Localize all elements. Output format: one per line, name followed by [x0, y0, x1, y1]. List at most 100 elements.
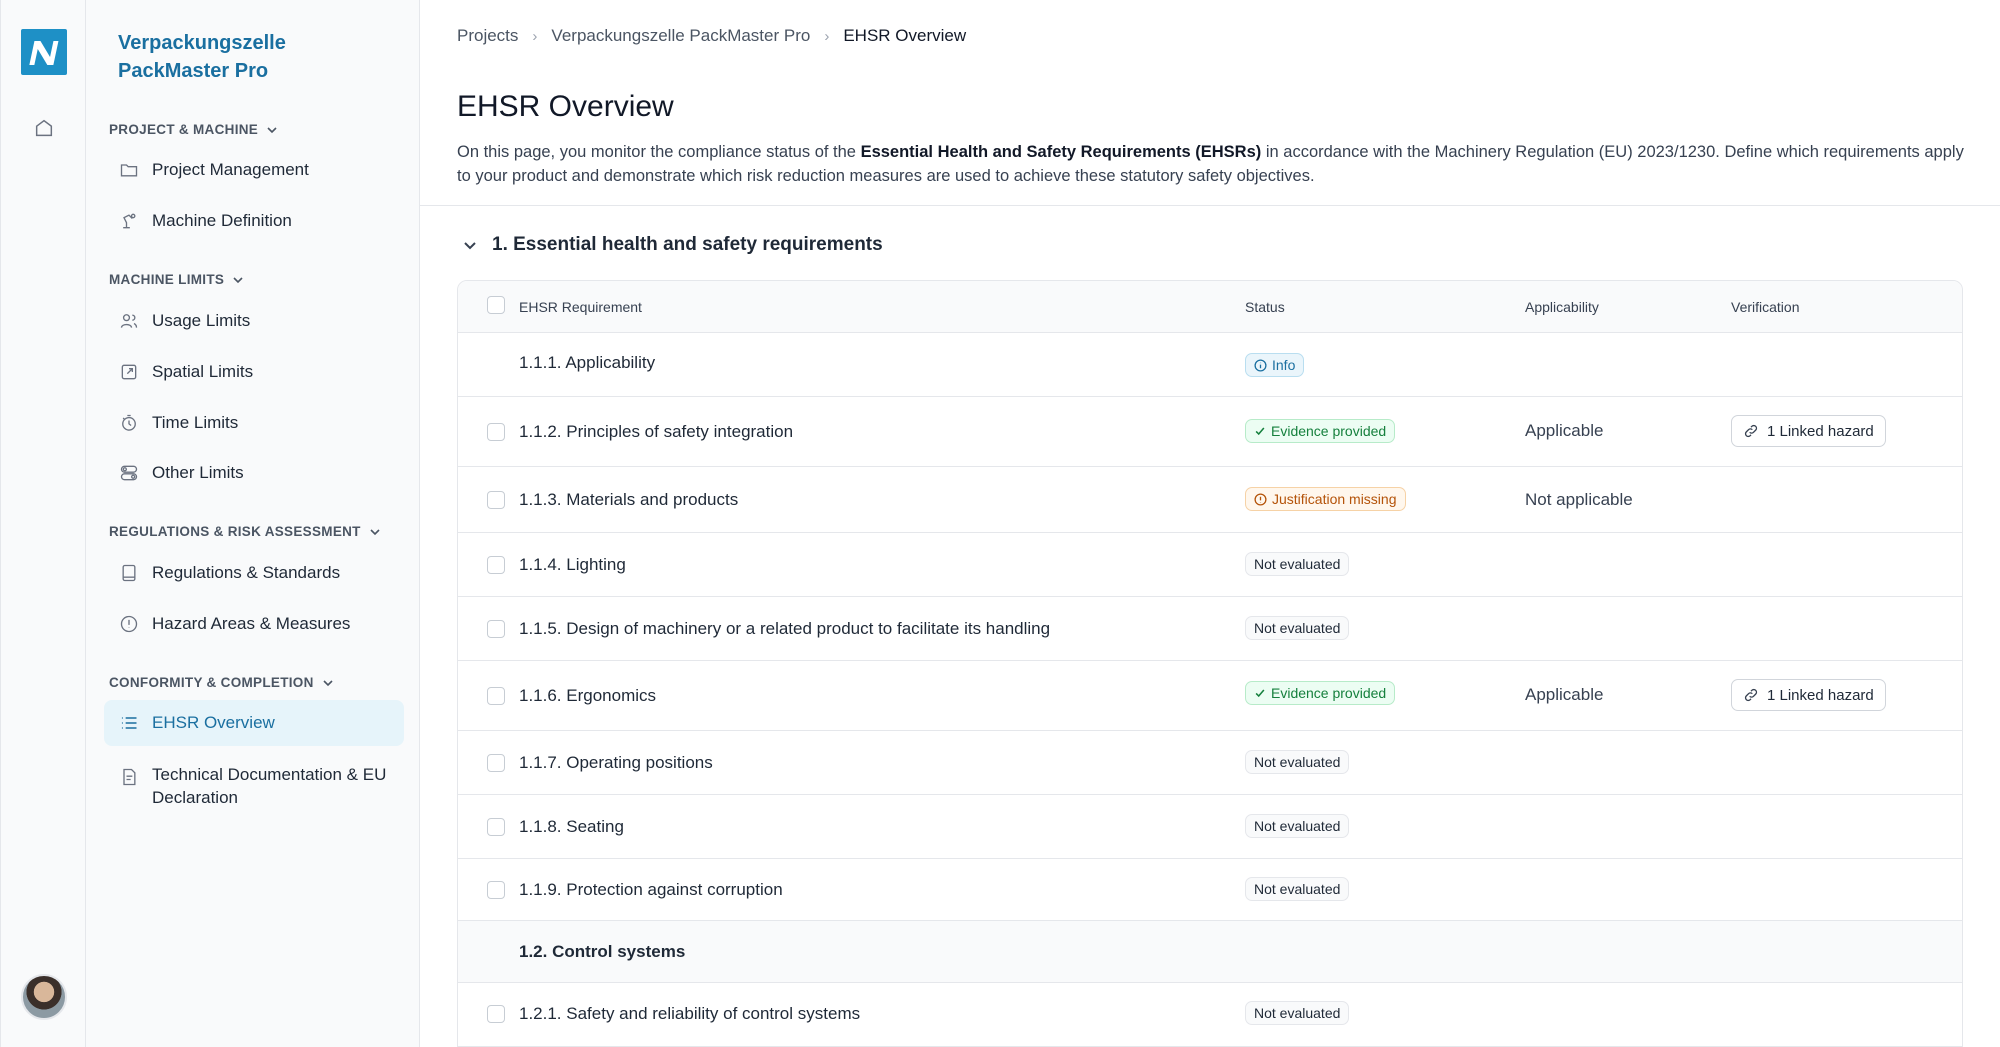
list-icon: [118, 712, 140, 734]
table-row[interactable]: 1.1.8. Seating Not evaluated: [458, 795, 1962, 859]
status-badge: Justification missing: [1245, 487, 1406, 511]
status-label: Evidence provided: [1271, 685, 1387, 701]
alert-circle-icon: [118, 613, 140, 635]
nav-label: Hazard Areas & Measures: [152, 614, 351, 633]
nav-machine-definition[interactable]: Machine Definition: [104, 198, 404, 244]
link-icon: [1744, 424, 1758, 438]
section-title: MACHINE LIMITS: [109, 272, 225, 287]
row-checkbox[interactable]: [487, 687, 505, 705]
home-icon[interactable]: [31, 115, 57, 141]
section-machine-limits[interactable]: MACHINE LIMITS: [109, 272, 244, 287]
requirement-label: 1.1.8. Seating: [519, 817, 624, 836]
table-row[interactable]: 1.1.7. Operating positions Not evaluated: [458, 731, 1962, 795]
select-all-checkbox[interactable]: [487, 296, 505, 314]
nav-ehsr-overview[interactable]: EHSR Overview: [104, 700, 404, 746]
applicability-value: Applicable: [1525, 685, 1604, 704]
chevron-right-icon: ›: [532, 27, 538, 45]
row-checkbox[interactable]: [487, 556, 505, 574]
row-checkbox[interactable]: [487, 754, 505, 772]
row-checkbox[interactable]: [487, 620, 505, 638]
section-project-machine[interactable]: PROJECT & MACHINE: [109, 122, 278, 137]
status-badge: Not evaluated: [1245, 616, 1350, 640]
row-checkbox[interactable]: [487, 491, 505, 509]
row-checkbox[interactable]: [487, 423, 505, 441]
column-header-requirement[interactable]: EHSR Requirement: [519, 299, 642, 315]
document-icon: [118, 766, 140, 788]
stopwatch-icon: [118, 412, 140, 434]
nav-project-management[interactable]: Project Management: [104, 147, 404, 193]
table-row[interactable]: 1.1.6. Ergonomics Evidence provided Appl…: [458, 661, 1962, 731]
requirement-label: 1.1.2. Principles of safety integration: [519, 422, 794, 441]
nav-technical-documentation[interactable]: Technical Documentation & EU Declaration: [104, 754, 404, 818]
requirement-label: 1.1.7. Operating positions: [519, 753, 713, 772]
section-title: REGULATIONS & RISK ASSESSMENT: [109, 524, 361, 539]
robot-arm-icon: [118, 210, 140, 232]
table-row[interactable]: 1.1.2. Principles of safety integration …: [458, 397, 1962, 467]
breadcrumb-current: EHSR Overview: [843, 26, 967, 45]
requirement-label: 1.1.9. Protection against corruption: [519, 880, 783, 899]
status-label: Info: [1272, 357, 1296, 373]
expand-icon: [118, 361, 140, 383]
info-icon: [1254, 358, 1267, 372]
user-avatar[interactable]: [21, 974, 67, 1020]
intro-text: On this page, you monitor the compliance…: [457, 143, 861, 161]
column-header-status[interactable]: Status: [1245, 299, 1285, 315]
table-row[interactable]: 1.2.1. Safety and reliability of control…: [458, 983, 1962, 1047]
table-row[interactable]: 1.1.9. Protection against corruption Not…: [458, 859, 1962, 921]
chevron-down-icon: [323, 679, 333, 686]
book-icon: [118, 562, 140, 584]
row-checkbox[interactable]: [487, 818, 505, 836]
verification-label: 1 Linked hazard: [1767, 422, 1874, 440]
icon-rail: [0, 0, 86, 1047]
check-icon: [1255, 689, 1265, 698]
row-checkbox[interactable]: [487, 1005, 505, 1023]
row-checkbox[interactable]: [487, 881, 505, 899]
chevron-down-icon: [233, 276, 243, 283]
nav-label: Other Limits: [152, 463, 244, 482]
linked-hazard-button[interactable]: 1 Linked hazard: [1731, 679, 1886, 711]
nav-time-limits[interactable]: Time Limits: [104, 400, 404, 446]
nav-spatial-limits[interactable]: Spatial Limits: [104, 349, 404, 395]
status-badge: Not evaluated: [1245, 877, 1350, 901]
nav-label: Machine Definition: [152, 211, 292, 230]
requirement-label: 1.1.5. Design of machinery or a related …: [519, 619, 1051, 638]
table-row[interactable]: 1.1.5. Design of machinery or a related …: [458, 597, 1962, 661]
section-conformity[interactable]: CONFORMITY & COMPLETION: [109, 675, 334, 690]
page-intro: On this page, you monitor the compliance…: [457, 140, 1977, 188]
linked-hazard-button[interactable]: 1 Linked hazard: [1731, 415, 1886, 447]
group-toggle[interactable]: 1. Essential health and safety requireme…: [462, 234, 883, 256]
status-badge: Evidence provided: [1245, 681, 1396, 705]
status-label: Not evaluated: [1254, 754, 1341, 770]
table-subheader-row[interactable]: 1.2. Control systems: [458, 921, 1962, 983]
table-row[interactable]: 1.1.4. Lighting Not evaluated: [458, 533, 1962, 597]
nav-label: Technical Documentation & EU Declaration: [152, 765, 387, 807]
column-header-verification[interactable]: Verification: [1731, 299, 1799, 315]
column-header-applicability[interactable]: Applicability: [1525, 299, 1599, 315]
table-row[interactable]: 1.1.3. Materials and products Justificat…: [458, 467, 1962, 533]
project-title[interactable]: Verpackungszelle PackMaster Pro: [118, 29, 378, 85]
table-row[interactable]: 1.1.1. Applicability Info: [458, 333, 1962, 397]
group-title: 1. Essential health and safety requireme…: [492, 234, 883, 255]
nav-usage-limits[interactable]: Usage Limits: [104, 298, 404, 344]
chevron-right-icon: ›: [824, 27, 830, 45]
chevron-down-icon: [267, 126, 277, 133]
breadcrumb-project[interactable]: Verpackungszelle PackMaster Pro: [551, 26, 810, 46]
nexus-logo-icon[interactable]: [21, 29, 67, 75]
nav-label: Regulations & Standards: [152, 563, 341, 582]
nav-hazard-areas[interactable]: Hazard Areas & Measures: [104, 601, 404, 647]
applicability-value: Not applicable: [1525, 490, 1633, 509]
status-badge: Not evaluated: [1245, 552, 1350, 576]
breadcrumb-projects[interactable]: Projects: [457, 26, 518, 46]
status-badge: Not evaluated: [1245, 814, 1350, 838]
section-regulations[interactable]: REGULATIONS & RISK ASSESSMENT: [109, 524, 381, 539]
nav-other-limits[interactable]: Other Limits: [104, 450, 404, 496]
nav-regulations-standards[interactable]: Regulations & Standards: [104, 550, 404, 596]
requirement-label: 1.1.1. Applicability: [519, 353, 656, 372]
status-label: Evidence provided: [1271, 423, 1387, 439]
status-badge: Not evaluated: [1245, 750, 1350, 774]
intro-bold: Essential Health and Safety Requirements…: [860, 143, 1262, 161]
chevron-down-icon: [370, 528, 380, 535]
table-header: EHSR Requirement Status Applicability Ve…: [458, 281, 1962, 333]
subheader-label: 1.2. Control systems: [519, 942, 686, 961]
section-title: CONFORMITY & COMPLETION: [109, 675, 314, 690]
